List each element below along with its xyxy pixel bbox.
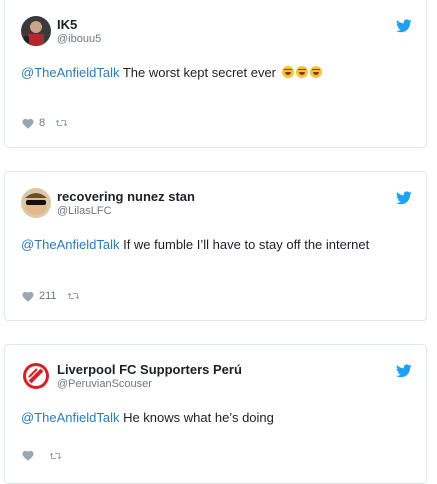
tweet-text: @TheAnfieldTalk He knows what he’s doing bbox=[21, 410, 274, 425]
tears-of-joy-emoji-icon bbox=[281, 66, 294, 78]
author-name[interactable]: recovering nunez stan bbox=[57, 189, 195, 204]
twitter-bird-icon[interactable] bbox=[396, 191, 412, 205]
author-name[interactable]: Liverpool FC Supporters Perú bbox=[57, 362, 242, 377]
avatar[interactable] bbox=[21, 361, 51, 391]
tweet-actions: 211 bbox=[22, 290, 80, 302]
author-name[interactable]: IK5 bbox=[57, 17, 77, 32]
like-count: 211 bbox=[39, 290, 57, 302]
twitter-bird-icon[interactable] bbox=[396, 364, 412, 378]
tweet-card[interactable]: IK5 @ibouu5 @TheAnfieldTalk The worst ke… bbox=[4, 0, 427, 148]
retweet-icon[interactable] bbox=[55, 118, 68, 128]
author-handle[interactable]: @LilasLFC bbox=[57, 205, 112, 217]
tweet-actions: 8 bbox=[22, 117, 68, 129]
like-count: 8 bbox=[39, 117, 46, 129]
twitter-bird-icon[interactable] bbox=[396, 19, 412, 33]
tweet-text: @TheAnfieldTalk The worst kept secret ev… bbox=[21, 65, 322, 80]
author-handle[interactable]: @ibouu5 bbox=[57, 33, 101, 45]
retweet-icon[interactable] bbox=[67, 291, 80, 301]
retweet-icon[interactable] bbox=[49, 451, 62, 461]
tweet-card[interactable]: Liverpool FC Supporters Perú @PeruvianSc… bbox=[4, 344, 427, 484]
tweet-body: The worst kept secret ever bbox=[119, 65, 280, 80]
tears-of-joy-emoji-icon bbox=[295, 66, 308, 78]
mention-link[interactable]: @TheAnfieldTalk bbox=[21, 65, 119, 80]
tweet-body: He knows what he’s doing bbox=[119, 410, 274, 425]
heart-icon[interactable] bbox=[22, 118, 34, 129]
avatar[interactable] bbox=[21, 16, 51, 46]
mention-link[interactable]: @TheAnfieldTalk bbox=[21, 410, 119, 425]
heart-icon[interactable] bbox=[22, 450, 34, 461]
tears-of-joy-emoji-icon bbox=[309, 66, 322, 78]
avatar[interactable] bbox=[21, 188, 51, 218]
mention-link[interactable]: @TheAnfieldTalk bbox=[21, 237, 119, 252]
heart-icon[interactable] bbox=[22, 291, 34, 302]
tweet-card[interactable]: recovering nunez stan @LilasLFC @TheAnfi… bbox=[4, 171, 427, 321]
author-handle[interactable]: @PeruvianScouser bbox=[57, 378, 152, 390]
tweet-body: If we fumble I’ll have to stay off the i… bbox=[119, 237, 370, 252]
tweet-actions bbox=[22, 450, 62, 461]
tweet-text: @TheAnfieldTalk If we fumble I’ll have t… bbox=[21, 237, 369, 252]
